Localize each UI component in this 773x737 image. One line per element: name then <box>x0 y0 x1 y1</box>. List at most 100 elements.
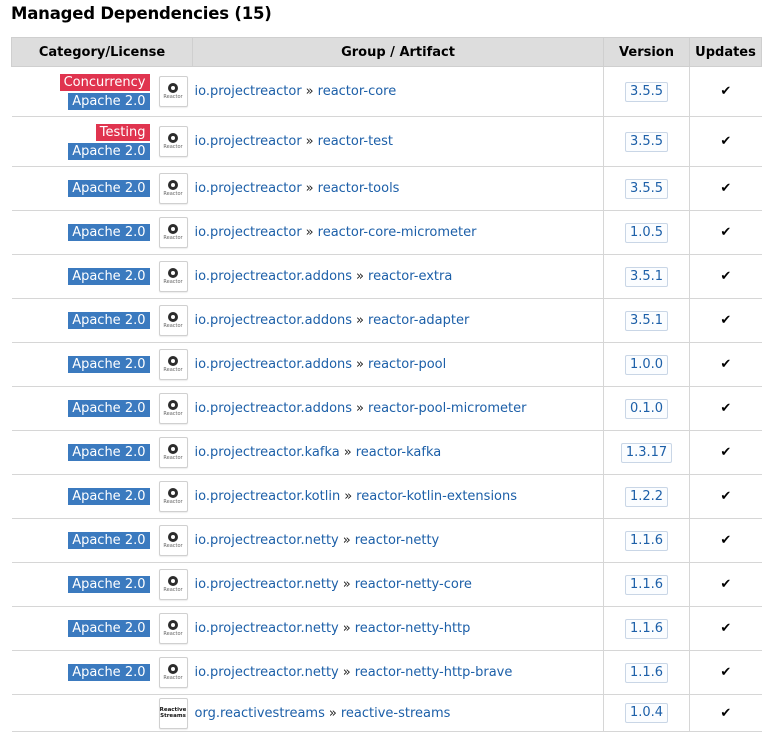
group-link[interactable]: io.projectreactor.addons <box>195 313 353 328</box>
license-badge[interactable]: Apache 2.0 <box>68 356 150 373</box>
group-link[interactable]: io.projectreactor.addons <box>195 357 353 372</box>
artifact-link[interactable]: reactor-netty-core <box>355 577 472 592</box>
artifact-link[interactable]: reactor-test <box>318 134 393 149</box>
version-badge[interactable]: 3.5.5 <box>624 131 669 152</box>
page-title: Managed Dependencies (15) <box>11 4 272 23</box>
artifact-link[interactable]: reactor-netty-http <box>355 621 471 636</box>
artifact-link[interactable]: reactor-kafka <box>356 445 442 460</box>
artifact-link[interactable]: reactor-adapter <box>368 313 469 328</box>
artifact-cell: io.projectreactor.netty» reactor-netty-ht… <box>192 650 605 695</box>
version-badge[interactable]: 3.5.1 <box>624 266 669 287</box>
category-cell: Apache 2.0 <box>11 430 154 475</box>
separator: » <box>305 225 314 240</box>
logo-label: Reactor <box>163 411 183 417</box>
version-badge[interactable]: 1.3.17 <box>620 442 673 463</box>
artifact-link[interactable]: reactor-pool-micrometer <box>368 401 526 416</box>
group-link[interactable]: io.projectreactor.netty <box>195 621 339 636</box>
license-badge[interactable]: Apache 2.0 <box>68 400 150 417</box>
group-link[interactable]: io.projectreactor <box>195 84 302 99</box>
badge-stack: Apache 2.0 <box>68 620 150 637</box>
license-badge[interactable]: Apache 2.0 <box>68 620 150 637</box>
group-link[interactable]: io.projectreactor.netty <box>195 533 339 548</box>
reactor-dot-icon <box>168 356 178 366</box>
category-badge[interactable]: Testing <box>95 123 150 141</box>
table-row: Apache 2.0 Reactor io.projectreactor.net… <box>11 518 762 563</box>
updates-cell: ✔ <box>689 66 762 117</box>
license-badge[interactable]: Apache 2.0 <box>68 488 150 505</box>
artifact-link[interactable]: reactor-netty-http-brave <box>355 665 513 680</box>
license-badge[interactable]: Apache 2.0 <box>68 444 150 461</box>
logo-label: Reactor <box>163 323 183 329</box>
category-badge[interactable]: Concurrency <box>59 73 150 91</box>
artifact-link[interactable]: reactor-kotlin-extensions <box>356 489 517 504</box>
table-row: Apache 2.0 Reactor io.projectreactor.kot… <box>11 474 762 519</box>
version-badge[interactable]: 1.1.6 <box>624 662 669 683</box>
reactor-dot-icon <box>168 83 178 93</box>
version-badge[interactable]: 1.1.6 <box>624 618 669 639</box>
group-link[interactable]: io.projectreactor.kotlin <box>195 489 341 504</box>
license-badge[interactable]: Apache 2.0 <box>68 312 150 329</box>
license-badge[interactable]: Apache 2.0 <box>68 268 150 285</box>
version-badge[interactable]: 3.5.5 <box>624 178 669 199</box>
group-link[interactable]: io.projectreactor.netty <box>195 665 339 680</box>
table-row: Apache 2.0 Reactor io.projectreactor» rea… <box>11 166 762 211</box>
separator: » <box>342 665 351 680</box>
artifact-link[interactable]: reactor-core-micrometer <box>318 225 477 240</box>
artifact-link[interactable]: reactor-tools <box>318 181 400 196</box>
artifact-cell: io.projectreactor.addons» reactor-extra <box>192 254 605 299</box>
artifact-link[interactable]: reactor-netty <box>355 533 440 548</box>
artifact-link[interactable]: reactor-core <box>318 84 397 99</box>
license-badge[interactable]: Apache 2.0 <box>68 532 150 549</box>
category-cell: Apache 2.0 <box>11 606 154 651</box>
updates-cell: ✔ <box>689 694 762 732</box>
group-link[interactable]: io.projectreactor.kafka <box>195 445 340 460</box>
artifact-link[interactable]: reactor-pool <box>368 357 446 372</box>
updates-cell: ✔ <box>689 386 762 431</box>
badge-stack: Testing Apache 2.0 <box>68 123 150 160</box>
group-link[interactable]: io.projectreactor.addons <box>195 401 353 416</box>
license-badge[interactable]: Apache 2.0 <box>68 664 150 681</box>
logo-label: Reactor <box>163 279 183 285</box>
version-badge[interactable]: 1.0.4 <box>624 703 669 723</box>
category-cell: Apache 2.0 <box>11 474 154 519</box>
license-badge[interactable]: Apache 2.0 <box>68 224 150 241</box>
logo-cell: Reactive Streams <box>153 694 193 732</box>
version-badge[interactable]: 1.0.5 <box>624 222 669 243</box>
table-row: Apache 2.0 Reactor io.projectreactor.add… <box>11 298 762 343</box>
updates-cell: ✔ <box>689 518 762 563</box>
artifact-link[interactable]: reactive-streams <box>341 706 451 721</box>
group-link[interactable]: io.projectreactor <box>195 181 302 196</box>
license-badge[interactable]: Apache 2.0 <box>68 142 150 160</box>
version-badge[interactable]: 0.1.0 <box>624 398 669 419</box>
logo-cell: Reactor <box>153 430 193 475</box>
group-link[interactable]: io.projectreactor <box>195 225 302 240</box>
group-link[interactable]: org.reactivestreams <box>195 706 325 721</box>
group-link[interactable]: io.projectreactor.addons <box>195 269 353 284</box>
dependencies-table: Category/License Group / Artifact Versio… <box>10 37 763 732</box>
license-badge[interactable]: Apache 2.0 <box>68 180 150 197</box>
logo-label: Reactive Streams <box>159 707 187 719</box>
version-badge[interactable]: 1.1.6 <box>624 574 669 595</box>
group-link[interactable]: io.projectreactor <box>195 134 302 149</box>
license-badge[interactable]: Apache 2.0 <box>68 576 150 593</box>
license-badge[interactable]: Apache 2.0 <box>68 92 150 110</box>
version-badge[interactable]: 1.2.2 <box>624 486 669 507</box>
logo-label: Reactor <box>163 499 183 505</box>
table-row: Apache 2.0 Reactor io.projectreactor.net… <box>11 606 762 651</box>
version-cell: 3.5.1 <box>603 254 691 299</box>
reactor-dot-icon <box>168 664 178 674</box>
artifact-cell: io.projectreactor.addons» reactor-pool <box>192 342 605 387</box>
table-row: Apache 2.0 Reactor io.projectreactor.add… <box>11 386 762 431</box>
updates-cell: ✔ <box>689 254 762 299</box>
logo-cell: Reactor <box>153 298 193 343</box>
artifact-link[interactable]: reactor-extra <box>368 269 452 284</box>
reactor-logo-icon: Reactor <box>158 569 188 600</box>
logo-label: Reactor <box>163 367 183 373</box>
version-cell: 1.1.6 <box>603 518 691 563</box>
version-badge[interactable]: 1.1.6 <box>624 530 669 551</box>
version-badge[interactable]: 1.0.0 <box>624 354 669 375</box>
updates-cell: ✔ <box>689 606 762 651</box>
version-badge[interactable]: 3.5.5 <box>624 81 669 102</box>
group-link[interactable]: io.projectreactor.netty <box>195 577 339 592</box>
version-badge[interactable]: 3.5.1 <box>624 310 669 331</box>
